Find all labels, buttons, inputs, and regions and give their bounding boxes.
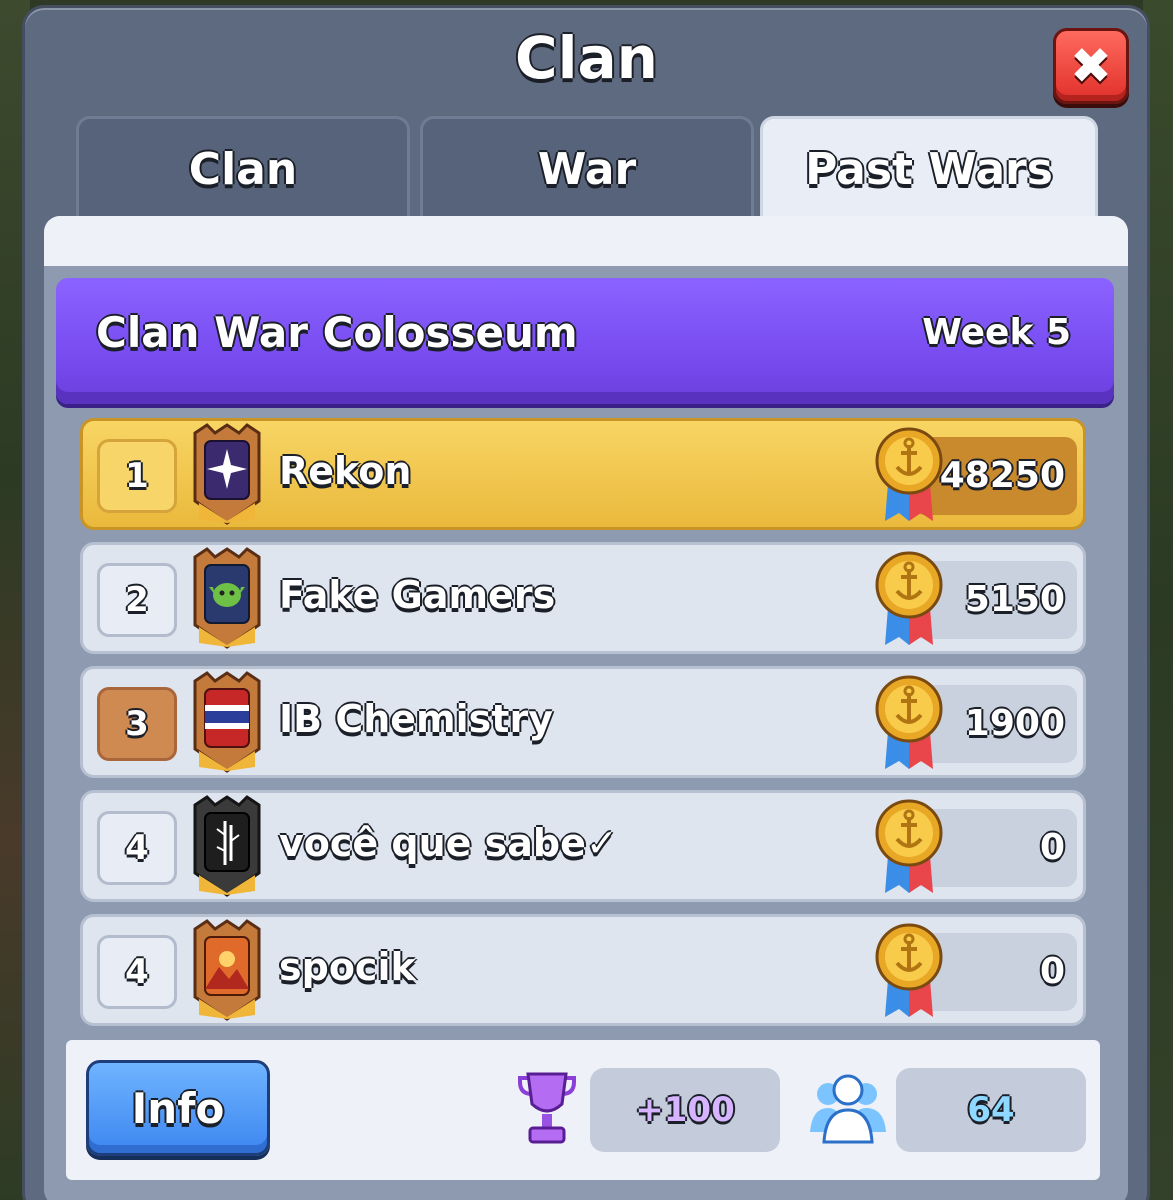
content-header-strip [44,216,1128,266]
war-score: 1900 [964,703,1065,744]
banner-week: Week 5 [922,312,1071,353]
clan-name: Rekon [279,449,412,493]
anchor-medal-icon [875,427,943,521]
window-title: Clan [515,24,658,92]
star-burst-icon [193,423,261,525]
striped-flag-icon [193,671,261,773]
clan-name: spocik [279,945,416,989]
trophy-reward-box: +100 [590,1068,780,1152]
tab-past-wars[interactable]: Past Wars [760,116,1098,220]
tab-war[interactable]: War [420,116,754,220]
leaderboard-row[interactable]: 4 você que sabe✓ 0 [80,790,1086,902]
members-count-box: 64 [896,1068,1086,1152]
war-score: 0 [1039,827,1065,868]
info-button[interactable]: Info [86,1060,270,1156]
leaderboard-row[interactable]: 2 Fake Gamers 5150 [80,542,1086,654]
goblin-icon [193,547,261,649]
leaderboard-row[interactable]: 3 IB Chemistry 1900 [80,666,1086,778]
leaderboard-row[interactable]: 1 Rekon 48250 [80,418,1086,530]
anchor-medal-icon [875,923,943,1017]
banner-title: Clan War Colosseum [96,308,578,357]
info-button-label: Info [131,1083,225,1133]
clan-name: você que sabe✓ [279,821,618,865]
tab-clan[interactable]: Clan [76,116,410,220]
anchor-medal-icon [875,551,943,645]
trophy-icon [518,1072,576,1144]
tab-label: Past Wars [805,144,1053,195]
leaderboard-row[interactable]: 4 spocik 0 [80,914,1086,1026]
rank-badge: 4 [97,935,177,1009]
war-score: 48250 [939,455,1065,496]
clan-name: IB Chemistry [279,697,553,741]
war-score: 0 [1039,951,1065,992]
close-icon: ✖ [1070,37,1112,95]
members-icon [810,1074,886,1144]
anchor-medal-icon [875,799,943,893]
bamboo-icon [193,795,261,897]
rank-badge: 1 [97,439,177,513]
anchor-medal-icon [875,675,943,769]
rank-badge: 3 [97,687,177,761]
trophy-reward-value: +100 [635,1090,735,1130]
close-button[interactable]: ✖ [1053,28,1129,104]
tab-label: Clan [188,144,298,195]
rank-badge: 4 [97,811,177,885]
war-score: 5150 [964,579,1065,620]
clan-name: Fake Gamers [279,573,556,617]
rank-badge: 2 [97,563,177,637]
tab-label: War [537,144,637,195]
mountain-sunset-icon [193,919,261,1021]
members-count-value: 64 [967,1090,1015,1130]
